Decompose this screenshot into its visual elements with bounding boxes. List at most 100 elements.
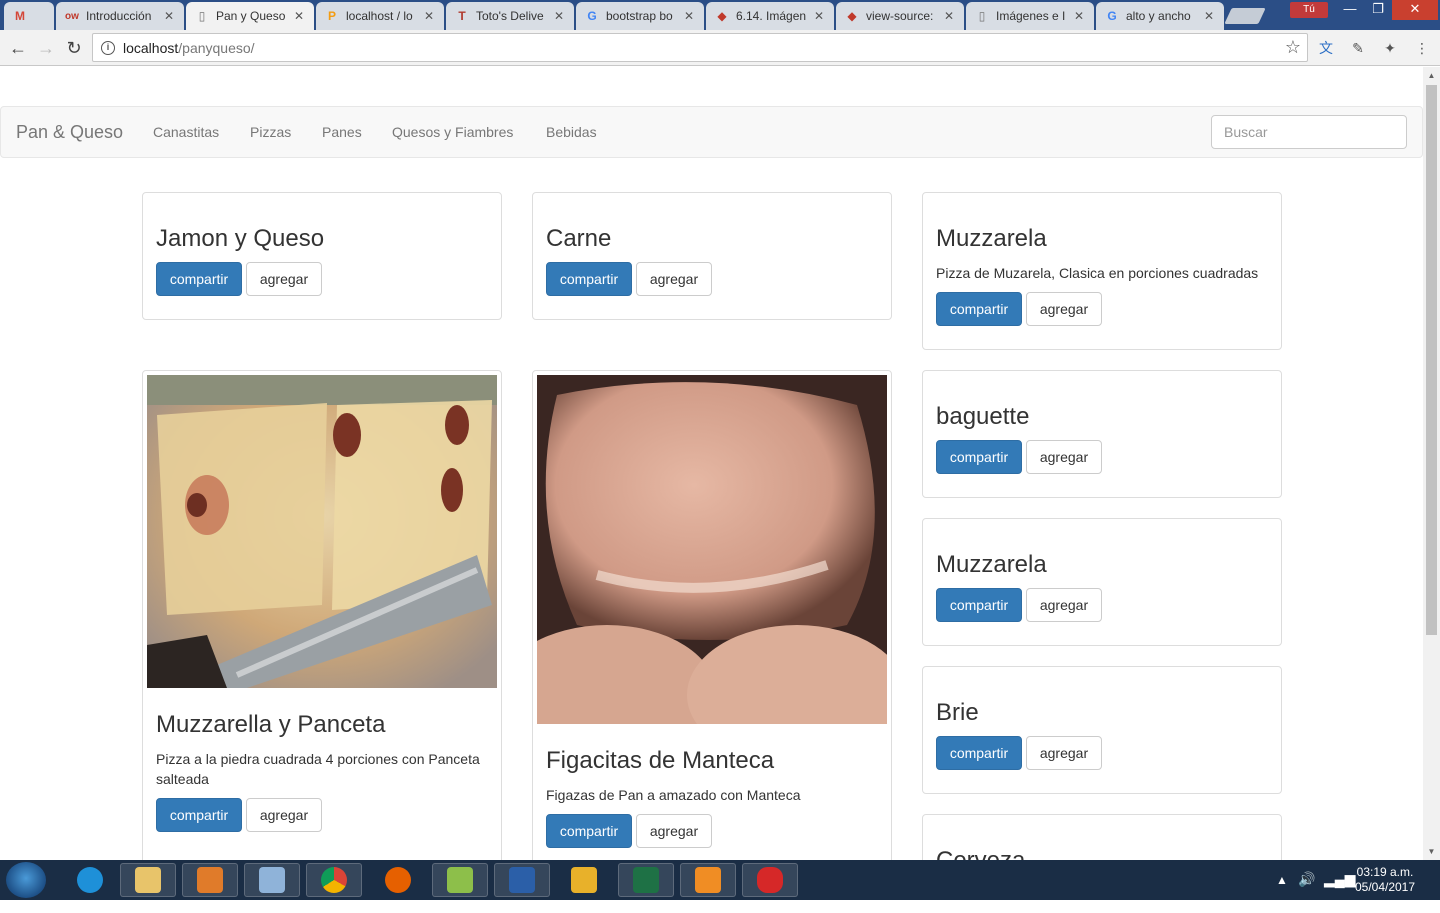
window-close-icon[interactable]: ✕ xyxy=(1392,0,1438,20)
chrome-icon[interactable] xyxy=(306,863,362,897)
share-button[interactable]: compartir xyxy=(936,292,1022,326)
forward-icon[interactable]: → xyxy=(35,37,57,59)
reload-icon[interactable]: ↻ xyxy=(63,37,85,59)
url-host: localhost xyxy=(123,39,179,56)
close-icon[interactable]: ✕ xyxy=(682,9,696,23)
nav-link-pizzas[interactable]: Pizzas xyxy=(250,124,291,140)
browser-tab[interactable]: G bootstrap bo ✕ xyxy=(576,2,704,30)
scroll-down-icon[interactable]: ▼ xyxy=(1423,843,1440,860)
restore-icon[interactable]: ❐ xyxy=(1364,0,1392,20)
file-explorer-icon[interactable] xyxy=(120,863,176,897)
tab-title: Introducción xyxy=(86,9,152,23)
new-tab-button[interactable] xyxy=(1224,8,1266,24)
winamp-icon[interactable] xyxy=(556,863,612,897)
share-button[interactable]: compartir xyxy=(936,736,1022,770)
nav-link-canastitas[interactable]: Canastitas xyxy=(153,124,219,140)
scroll-up-icon[interactable]: ▲ xyxy=(1423,67,1440,84)
book-icon: ◆ xyxy=(847,9,857,23)
product-card: Brie compartir agregar xyxy=(922,666,1282,794)
product-image-pizza xyxy=(147,375,497,688)
excel-icon[interactable] xyxy=(618,863,674,897)
page-viewport: Pan & Queso Canastitas Pizzas Panes Ques… xyxy=(0,67,1423,860)
excel-glyph xyxy=(633,867,659,893)
browser-toolbar: ← → ↻ i localhost/panyqueso/ ☆ 文 ✎ ✦ ⋮ xyxy=(0,30,1440,66)
menu-icon[interactable]: ⋮ xyxy=(1412,38,1432,58)
gmail-icon: M xyxy=(15,9,25,23)
translate-icon[interactable]: 文 xyxy=(1316,38,1336,58)
firefox-icon[interactable] xyxy=(370,863,426,897)
share-button[interactable]: compartir xyxy=(546,262,632,296)
system-clock[interactable]: 03:19 a.m. 05/04/2017 xyxy=(1350,865,1420,895)
add-button[interactable]: agregar xyxy=(1026,736,1102,770)
close-icon[interactable]: ✕ xyxy=(292,9,306,23)
add-button[interactable]: agregar xyxy=(636,262,712,296)
user-profile-button[interactable]: Tú xyxy=(1290,2,1328,18)
browser-tab[interactable]: ow Introducción ✕ xyxy=(56,2,184,30)
close-icon[interactable]: ✕ xyxy=(812,9,826,23)
product-card: Jamon y Queso compartir agregar xyxy=(142,192,502,320)
tool-icon[interactable] xyxy=(244,863,300,897)
info-icon[interactable]: i xyxy=(101,40,115,55)
notepad-icon[interactable] xyxy=(432,863,488,897)
share-button[interactable]: compartir xyxy=(546,814,632,848)
close-icon[interactable]: ✕ xyxy=(942,9,956,23)
volume-icon[interactable]: 🔊 xyxy=(1298,871,1315,911)
minimize-icon[interactable]: — xyxy=(1336,0,1364,20)
add-button[interactable]: agregar xyxy=(1026,292,1102,326)
browser-tab[interactable]: ◆ view-source: ✕ xyxy=(836,2,964,30)
close-icon[interactable]: ✕ xyxy=(1202,9,1216,23)
add-button[interactable]: agregar xyxy=(246,798,322,832)
close-icon[interactable]: ✕ xyxy=(552,9,566,23)
save-icon[interactable] xyxy=(494,863,550,897)
tab-title: view-source: xyxy=(866,9,934,23)
search-input[interactable] xyxy=(1211,115,1407,149)
browser-tab[interactable]: G alto y ancho ✕ xyxy=(1096,2,1224,30)
paint-glyph xyxy=(757,867,783,893)
scrollbar-thumb[interactable] xyxy=(1426,85,1437,635)
browser-tab[interactable]: ◆ 6.14. Imágen ✕ xyxy=(706,2,834,30)
internet-explorer-icon[interactable] xyxy=(62,863,118,897)
product-card: Figacitas de Manteca Figazas de Pan a am… xyxy=(497,370,907,860)
close-icon[interactable]: ✕ xyxy=(422,9,436,23)
browser-tab-gmail[interactable]: M xyxy=(4,2,54,30)
tab-title: Toto's Delive xyxy=(476,9,544,23)
tab-title: alto y ancho xyxy=(1126,9,1191,23)
browser-tab[interactable]: P localhost / lo ✕ xyxy=(316,2,444,30)
close-icon[interactable]: ✕ xyxy=(1072,9,1086,23)
add-button[interactable]: agregar xyxy=(636,814,712,848)
page-icon: ▯ xyxy=(978,9,986,23)
share-button[interactable]: compartir xyxy=(156,798,242,832)
share-button[interactable]: compartir xyxy=(936,440,1022,474)
product-description: Figazas de Pan a amazado con Manteca xyxy=(546,787,801,803)
add-button[interactable]: agregar xyxy=(1026,588,1102,622)
add-button[interactable]: agregar xyxy=(1026,440,1102,474)
extension-icon[interactable]: ✦ xyxy=(1380,38,1400,58)
nav-link-bebidas[interactable]: Bebidas xyxy=(546,124,597,140)
start-button[interactable] xyxy=(6,862,46,898)
product-card: Muzzarela Pizza de Muzarela, Clasica en … xyxy=(922,192,1282,350)
nav-link-panes[interactable]: Panes xyxy=(322,124,362,140)
browser-tab[interactable]: T Toto's Delive ✕ xyxy=(446,2,574,30)
page-scrollbar[interactable]: ▲ ▼ xyxy=(1423,67,1440,860)
nav-link-quesos-y-fiambres[interactable]: Quesos y Fiambres xyxy=(392,124,513,140)
browser-tab[interactable]: ▯ Imágenes e I ✕ xyxy=(966,2,1094,30)
clock-time: 03:19 a.m. xyxy=(1356,865,1414,879)
back-icon[interactable]: ← xyxy=(7,37,29,59)
navbar-brand[interactable]: Pan & Queso xyxy=(16,122,123,143)
eyedropper-icon[interactable]: ✎ xyxy=(1348,38,1368,58)
sublime-icon[interactable] xyxy=(680,863,736,897)
sublime-glyph xyxy=(695,867,721,893)
share-button[interactable]: compartir xyxy=(936,588,1022,622)
tray-arrow-icon[interactable]: ▲ xyxy=(1276,873,1288,913)
close-icon[interactable]: ✕ xyxy=(162,9,176,23)
openwebinars-icon: ow xyxy=(65,10,79,22)
media-player-icon[interactable] xyxy=(182,863,238,897)
address-bar[interactable]: i localhost/panyqueso/ ☆ xyxy=(92,33,1308,62)
browser-tab-active[interactable]: ▯ Pan y Queso ✕ xyxy=(186,2,314,30)
share-button[interactable]: compartir xyxy=(156,262,242,296)
add-button[interactable]: agregar xyxy=(246,262,322,296)
bookmark-star-icon[interactable]: ☆ xyxy=(1285,37,1301,58)
paint-icon[interactable] xyxy=(742,863,798,897)
product-title: Muzzarela xyxy=(936,551,1047,578)
ie-glyph xyxy=(77,867,103,893)
